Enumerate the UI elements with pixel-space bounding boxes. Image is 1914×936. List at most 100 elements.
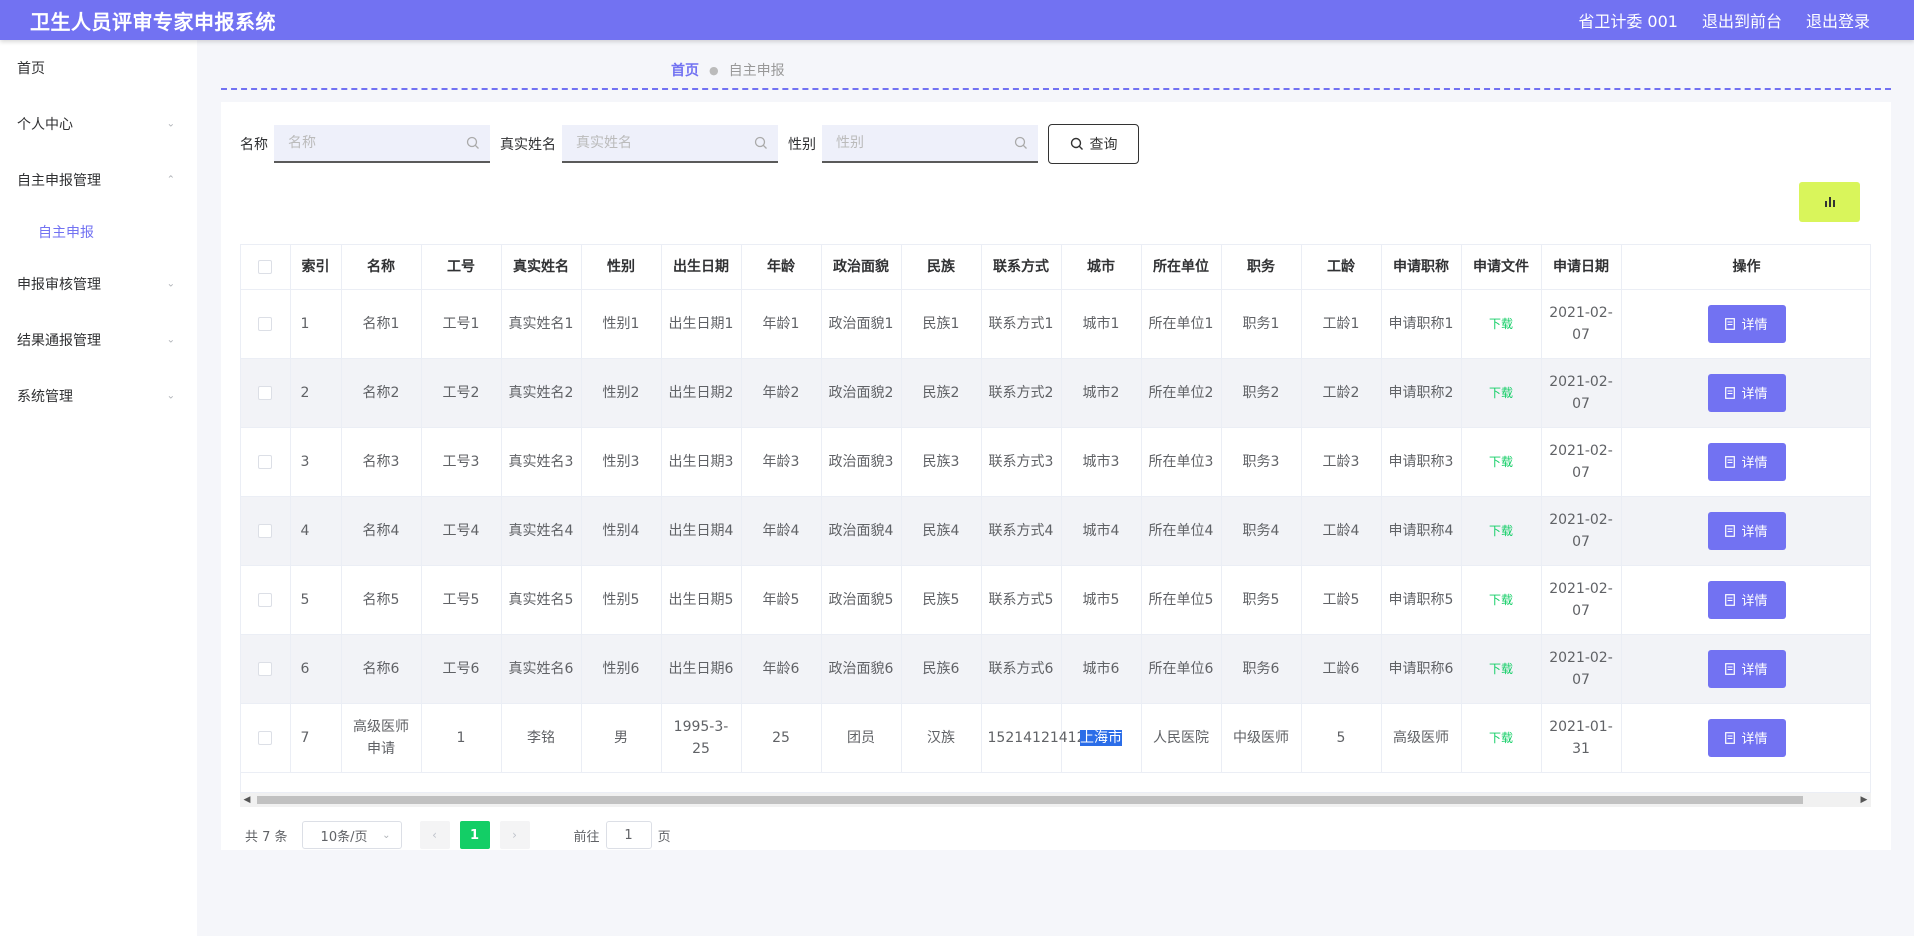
download-link[interactable]: 下载 xyxy=(1489,662,1513,676)
row-checkbox[interactable] xyxy=(258,730,273,745)
sidebar-item-self-apply[interactable]: 自主申报 xyxy=(0,208,197,256)
search-icon xyxy=(1070,137,1083,150)
data-table: 索引 名称 工号 真实姓名 性别 出生日期 年龄 政治面貌 民族 联系方式 城市 所在单位 职务 工龄 申请… xyxy=(240,244,1871,793)
page-size-select[interactable]: 10条/页 ⌄ xyxy=(301,821,402,849)
page-number-current[interactable]: 1 xyxy=(459,821,490,849)
cell-politics: 政治面貌4 xyxy=(821,496,902,566)
row-checkbox[interactable] xyxy=(258,661,273,676)
cell-contact: 联系方式1 xyxy=(981,289,1062,359)
row-checkbox[interactable] xyxy=(258,523,273,538)
gender-input[interactable] xyxy=(836,135,996,151)
sidebar-item-self-apply-manage[interactable]: 自主申报管理 ⌃ xyxy=(0,152,197,208)
cell-actions: 详情 xyxy=(1621,565,1870,635)
detail-button[interactable]: 详情 xyxy=(1707,304,1786,343)
cell-job: 职务5 xyxy=(1221,565,1302,635)
cell-job: 职务1 xyxy=(1221,289,1302,359)
detail-button[interactable]: 详情 xyxy=(1707,373,1786,412)
download-link[interactable]: 下载 xyxy=(1489,524,1513,538)
cell-no: 工号2 xyxy=(421,358,502,428)
cell-no: 工号1 xyxy=(421,289,502,359)
column-header: 工龄 xyxy=(1301,245,1382,290)
search-bar: 名称 真实姓名 性别 查询 xyxy=(240,124,1139,164)
sidebar-item-label: 自主申报 xyxy=(38,225,94,241)
sidebar-item-home[interactable]: 首页 xyxy=(0,40,197,96)
cell-contact: 15214121412 xyxy=(981,703,1085,773)
sidebar-item-system-manage[interactable]: 系统管理 ⌄ xyxy=(0,368,197,424)
main-content: 首页 ● 自主申报 名称 真实姓名 性别 查询 xyxy=(197,40,1914,936)
sidebar-item-label: 结果通报管理 xyxy=(17,333,101,349)
scrollbar-thumb[interactable] xyxy=(257,796,1803,804)
row-checkbox-cell xyxy=(241,565,291,635)
sidebar-item-review-manage[interactable]: 申报审核管理 ⌄ xyxy=(0,256,197,312)
detail-button[interactable]: 详情 xyxy=(1707,442,1786,481)
detail-button[interactable]: 详情 xyxy=(1707,511,1786,550)
column-header: 性别 xyxy=(581,245,662,290)
sidebar-item-result-manage[interactable]: 结果通报管理 ⌄ xyxy=(0,312,197,368)
column-header: 职务 xyxy=(1221,245,1302,290)
cell-birth: 1995-3-25 xyxy=(661,703,742,773)
cell-politics: 政治面貌5 xyxy=(821,565,902,635)
cell-gender: 性别4 xyxy=(581,496,662,566)
table-row: 1 名称1 工号1 真实姓名1 性别1 出生日期1 年龄1 政治面貌1 民族1 联系方式1 城市1 所… xyxy=(241,289,1870,359)
cell-gender: 男 xyxy=(581,703,662,773)
select-all-checkbox-cell xyxy=(241,245,291,290)
query-button[interactable]: 查询 xyxy=(1048,124,1139,164)
cell-nation: 民族6 xyxy=(901,634,982,704)
row-checkbox[interactable] xyxy=(258,592,273,607)
cell-date: 2021-02-07 xyxy=(1541,496,1622,566)
detail-button[interactable]: 详情 xyxy=(1707,649,1786,688)
detail-button[interactable]: 详情 xyxy=(1707,718,1786,757)
cell-job: 中级医师 xyxy=(1221,703,1302,773)
scroll-right-icon[interactable]: ▶ xyxy=(1857,793,1871,807)
column-header: 申请日期 xyxy=(1541,245,1622,290)
detail-button[interactable]: 详情 xyxy=(1707,580,1786,619)
cell-gender: 性别1 xyxy=(581,289,662,359)
prev-page-button[interactable]: ‹ xyxy=(419,821,450,849)
cell-birth: 出生日期1 xyxy=(661,289,742,359)
cell-nation: 民族2 xyxy=(901,358,982,428)
table-row: 6 名称6 工号6 真实姓名6 性别6 出生日期6 年龄6 政治面貌6 民族6 联系方式6 城市6 所… xyxy=(241,634,1870,704)
download-link[interactable]: 下载 xyxy=(1489,386,1513,400)
column-header: 民族 xyxy=(901,245,982,290)
cell-real: 真实姓名6 xyxy=(501,634,582,704)
row-checkbox[interactable] xyxy=(258,385,273,400)
cell-city: 城市2 xyxy=(1061,358,1142,428)
sidebar-item-personal-center[interactable]: 个人中心 ⌄ xyxy=(0,96,197,152)
cell-no: 1 xyxy=(421,703,502,773)
scroll-left-icon[interactable]: ◀ xyxy=(240,793,254,807)
cell-date: 2021-02-07 xyxy=(1541,634,1622,704)
cell-name: 名称3 xyxy=(341,427,422,497)
table-row: 2 名称2 工号2 真实姓名2 性别2 出生日期2 年龄2 政治面貌2 民族2 联系方式2 城市2 所… xyxy=(241,358,1870,428)
cell-idx: 2 xyxy=(290,358,342,428)
select-all-checkbox[interactable] xyxy=(258,259,273,274)
download-link[interactable]: 下载 xyxy=(1489,317,1513,331)
chart-button[interactable] xyxy=(1799,182,1860,222)
download-link[interactable]: 下载 xyxy=(1489,731,1513,745)
total-count: 共 7 条 xyxy=(245,829,288,845)
pagination: 共 7 条 10条/页 ⌄ ‹ 1 › 前往 1 页 xyxy=(245,821,671,849)
row-checkbox[interactable] xyxy=(258,454,273,469)
next-page-button[interactable]: › xyxy=(499,821,530,849)
column-header: 年龄 xyxy=(741,245,822,290)
cell-date: 2021-02-07 xyxy=(1541,289,1622,359)
cell-years: 工龄1 xyxy=(1301,289,1382,359)
breadcrumb-current: 自主申报 xyxy=(728,63,785,79)
search-icon xyxy=(1014,136,1027,149)
breadcrumb-home[interactable]: 首页 xyxy=(671,60,699,80)
row-checkbox[interactable] xyxy=(258,316,273,331)
download-link[interactable]: 下载 xyxy=(1489,455,1513,469)
query-button-label: 查询 xyxy=(1089,137,1118,153)
name-input[interactable] xyxy=(288,135,448,151)
horizontal-scrollbar[interactable]: ◀ ▶ xyxy=(240,793,1871,807)
selected-text: 上海市 xyxy=(1080,729,1122,746)
download-link[interactable]: 下载 xyxy=(1489,593,1513,607)
cell-title: 申请职称3 xyxy=(1381,427,1462,497)
search-icon xyxy=(466,136,479,149)
realname-input[interactable] xyxy=(576,135,736,151)
cell-city: 城市6 xyxy=(1061,634,1142,704)
back-to-front-link[interactable]: 退出到前台 xyxy=(1702,8,1782,32)
goto-page-input[interactable]: 1 xyxy=(605,821,652,849)
logout-link[interactable]: 退出登录 xyxy=(1806,8,1870,32)
cell-idx: 5 xyxy=(290,565,342,635)
cell-file: 下载 xyxy=(1461,427,1542,497)
